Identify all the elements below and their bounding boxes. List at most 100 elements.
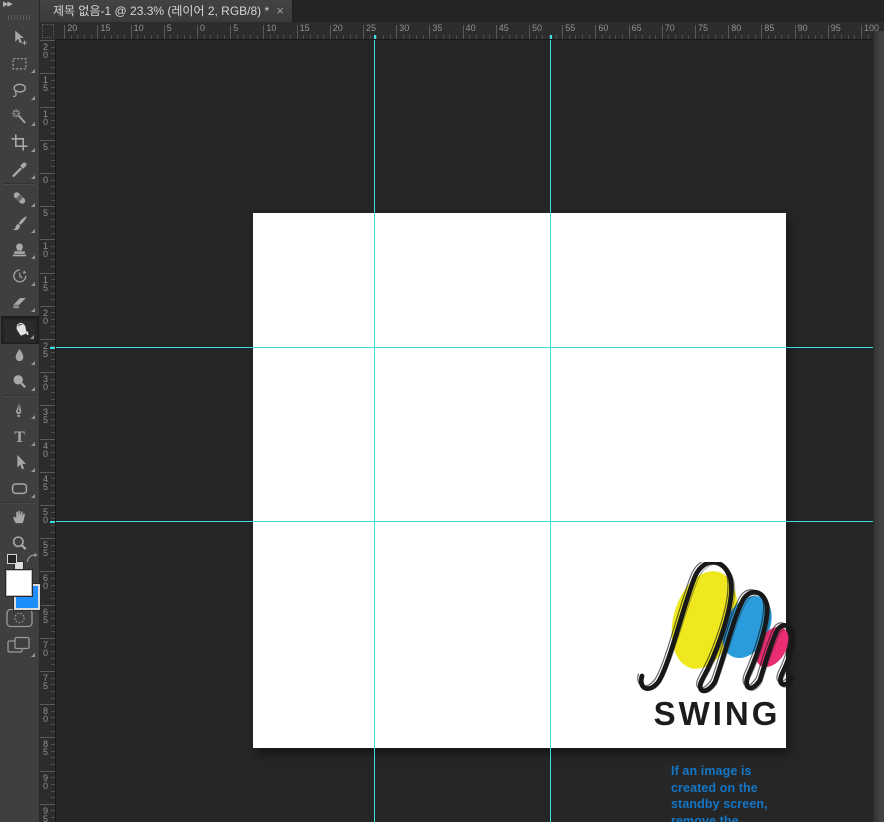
clone-stamp-icon [11,241,28,258]
spot-healing-brush-icon [11,189,28,206]
eyedropper-icon [11,161,28,178]
tool-brush[interactable] [0,211,39,237]
ruler-label: 5 [167,23,172,33]
tool-dodge[interactable] [0,369,39,395]
screen-mode-button[interactable] [7,636,32,656]
horizontal-ruler[interactable]: 2015105051015202530354045505560657075808… [56,22,884,40]
ruler-tick [562,25,563,40]
guide-vertical[interactable] [374,40,375,822]
vertical-scrollbar[interactable] [873,31,884,822]
document-tab-title: 제목 없음-1 @ 23.3% (레이어 2, RGB/8) * [53,4,269,18]
ruler-label: 2 0 [43,309,48,325]
ruler-label: 60 [598,23,608,33]
ruler-tick [861,25,862,40]
document-tab[interactable]: 제목 없음-1 @ 23.3% (레이어 2, RGB/8) * × [40,0,293,22]
ruler-label: 55 [565,23,575,33]
zoom-icon [11,535,28,552]
tab-close-icon[interactable]: × [276,0,284,22]
tool-pen[interactable] [0,397,39,423]
ruler-tick [396,25,397,40]
ruler-label: 10 [266,23,276,33]
default-colors-icon[interactable] [7,554,24,571]
ruler-tick [40,472,56,473]
tool-paint-bucket[interactable] [1,316,39,344]
tool-move[interactable] [0,25,39,51]
ruler-label: 3 0 [43,375,48,391]
canvas-viewport[interactable]: SWING If an image is created on the stan… [56,40,884,822]
photoshop-window: ▶▶ T 제목 없 [0,0,884,822]
ruler-tick [463,25,464,40]
ruler-label: 1 5 [43,276,48,292]
ruler-tick [40,737,56,738]
ruler-label: 20 [333,23,343,33]
panel-grip-icon[interactable] [8,15,30,20]
ruler-label: 2 0 [43,43,48,59]
tool-crop[interactable] [0,130,39,156]
ruler-tick [629,25,630,40]
ruler-tick [40,571,56,572]
ruler-tick [40,505,56,506]
tool-clone-stamp[interactable] [0,237,39,263]
ruler-label: 4 5 [43,475,48,491]
ruler-tick [496,25,497,40]
tool-hand[interactable] [0,504,39,530]
ruler-label: 5 0 [43,508,48,524]
tool-type[interactable]: T [0,424,39,450]
ruler-label: 35 [432,23,442,33]
tool-history-brush[interactable] [0,264,39,290]
path-selection-icon [11,454,28,471]
tool-rounded-rectangle[interactable] [0,476,39,502]
ruler-tick [297,25,298,40]
caption-line-2: remove the background color and area col… [671,813,786,822]
tool-lasso[interactable] [0,78,39,104]
ruler-origin-box[interactable] [40,22,56,40]
ruler-label: 65 [632,23,642,33]
ruler-tick [595,25,596,40]
tool-eraser[interactable] [0,290,39,316]
ruler-tick [164,25,165,40]
guide-horizontal[interactable] [56,347,884,348]
ruler-label: 85 [764,23,774,33]
ruler-tick [40,638,56,639]
ruler-tick [40,107,56,108]
tool-path-selection[interactable] [0,450,39,476]
pen-icon [11,401,28,418]
vertical-ruler[interactable]: 2 01 51 05051 01 52 02 53 03 54 04 55 05… [40,40,56,822]
tool-rectangular-marquee[interactable] [0,51,39,77]
magic-wand-icon [11,108,28,125]
move-icon [11,29,28,46]
ruler-label: 8 5 [43,740,48,756]
history-brush-icon [11,268,28,285]
panel-collapse-icon[interactable]: ▶▶ [3,0,12,9]
quick-mask-button[interactable] [6,608,33,628]
ruler-tick [40,704,56,705]
document-canvas[interactable]: SWING If an image is created on the stan… [253,213,786,748]
guide-ruler-mark [50,521,56,523]
swing-logo-graphic [636,562,798,700]
guide-ruler-mark [374,35,376,40]
ruler-label: 70 [665,23,675,33]
ruler-label: 80 [731,23,741,33]
swap-colors-icon[interactable] [25,552,38,565]
caption-text: If an image is created on the standby sc… [671,763,786,822]
tool-eyedropper[interactable] [0,157,39,183]
ruler-tick [40,804,56,805]
ruler-label: 0 [43,176,48,184]
ruler-label: 50 [532,23,542,33]
ruler-label: 15 [100,23,110,33]
tool-blur[interactable] [0,343,39,369]
guide-ruler-mark [550,35,552,40]
tool-magic-wand[interactable] [0,104,39,130]
ruler-tick [662,25,663,40]
ruler-tick [761,25,762,40]
tool-spot-healing-brush[interactable] [0,185,39,211]
ruler-tick [40,771,56,772]
foreground-color-swatch[interactable] [6,570,32,596]
ruler-tick [40,239,56,240]
guide-horizontal[interactable] [56,521,884,522]
brush-icon [11,215,28,232]
ruler-tick [40,538,56,539]
ruler-label: 2 5 [43,342,48,358]
ruler-tick [97,25,98,40]
guide-vertical[interactable] [550,40,551,822]
